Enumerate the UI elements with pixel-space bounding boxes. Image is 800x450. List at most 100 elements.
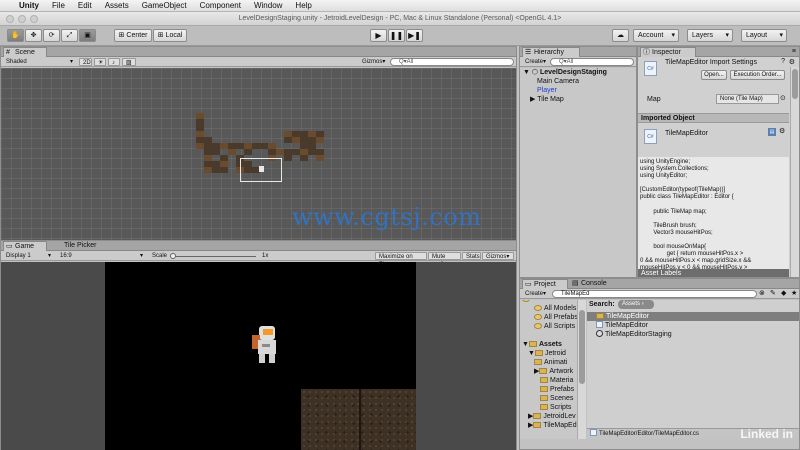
game-gizmos-dropdown[interactable]: Gizmos▾ [482, 252, 514, 260]
zoom-window-icon[interactable] [30, 15, 38, 23]
shading-mode-dropdown[interactable]: Shaded ▾ [3, 58, 73, 66]
minimize-window-icon[interactable] [18, 15, 26, 23]
mute-audio-toggle[interactable]: Mute audio [428, 252, 461, 268]
menu-edit[interactable]: Edit [78, 1, 92, 10]
folder-prefabs[interactable]: Prefabs [540, 385, 574, 394]
project-panel: ▭ Project ▤ Console Create▾ TileMapEd ⊗ … [519, 278, 800, 450]
folder-jetroid[interactable]: ▼ Jetroid [528, 349, 566, 358]
cloud-button[interactable]: ☁ [612, 29, 629, 42]
maximize-on-play-toggle[interactable]: Maximize on Play [375, 252, 427, 268]
execution-order-button[interactable]: Execution Order... [730, 70, 785, 80]
hierarchy-item-player[interactable]: Player [520, 86, 636, 95]
tab-console[interactable]: ▤ Console [570, 279, 620, 289]
inspector-settings-icon[interactable]: ⚙ [789, 58, 795, 66]
menu-unity[interactable]: Unity [19, 1, 39, 10]
layout-label: Layout [746, 32, 768, 39]
filter-type-icon[interactable]: ✎ [770, 289, 776, 297]
hierarchy-item-main-camera[interactable]: Main Camera [520, 77, 636, 86]
result-item-scene[interactable]: TileMapEditorStaging [596, 330, 672, 339]
folder-artwork[interactable]: ▶ Artwork [534, 367, 573, 376]
tab-tile-picker-label: Tile Picker [64, 242, 97, 249]
pivot-center-button[interactable]: ⊞ Center [114, 29, 152, 42]
hierarchy-create-dropdown[interactable]: Create▾ [522, 58, 548, 66]
pause-button[interactable]: ❚❚ [388, 29, 405, 42]
result-item-script[interactable]: TileMapEditor [596, 321, 648, 330]
stats-toggle[interactable]: Stats [462, 252, 481, 260]
panel-menu-icon[interactable]: ≡ [792, 47, 796, 57]
tab-scene[interactable]: # Scene [3, 47, 47, 57]
project-tree-scrollbar[interactable] [577, 300, 586, 439]
aspect-dropdown[interactable]: 16:9 ▾ [57, 252, 145, 260]
favorite-all-scripts[interactable]: All Scripts [534, 322, 575, 331]
rect-tool-button[interactable]: ▣ [79, 29, 96, 42]
favorite-all-models[interactable]: All Models [534, 304, 576, 313]
menu-file[interactable]: File [52, 1, 65, 10]
step-button[interactable]: ▶❚ [406, 29, 423, 42]
filter-label-icon[interactable]: ◆ [781, 289, 786, 297]
project-search-input[interactable]: TileMapEd [552, 290, 757, 298]
effects-dropdown[interactable]: ▨ [122, 58, 136, 66]
open-button[interactable]: Open... [701, 70, 727, 80]
game-viewport[interactable] [1, 262, 516, 450]
close-window-icon[interactable] [6, 15, 14, 23]
layout-dropdown[interactable]: Layout ▾ [741, 29, 787, 42]
rotate-tool-button[interactable]: ⟳ [43, 29, 60, 42]
play-button[interactable]: ▶ [370, 29, 387, 42]
assets-root[interactable]: ▼ Assets [522, 340, 562, 349]
project-tree-scroll-thumb[interactable] [579, 310, 585, 384]
inspector-scrollbar[interactable] [790, 67, 799, 277]
map-object-field[interactable]: None (Tile Map) [716, 94, 779, 104]
menu-component[interactable]: Component [200, 1, 241, 10]
tab-project[interactable]: ▭ Project [522, 279, 568, 289]
account-dropdown[interactable]: Account ▾ [633, 29, 679, 42]
folder-scenes[interactable]: Scenes [540, 394, 573, 403]
tab-tile-picker[interactable]: Tile Picker [53, 241, 113, 251]
project-create-dropdown[interactable]: Create▾ [522, 290, 548, 298]
inspector-tabbar: ⓘ Inspector ≡ [638, 47, 799, 57]
favorite-all-prefabs[interactable]: All Prefabs [534, 313, 578, 322]
gizmos-dropdown[interactable]: Gizmos▾ [359, 58, 387, 66]
menu-assets[interactable]: Assets [105, 1, 129, 10]
lighting-toggle[interactable]: ☀ [94, 58, 106, 66]
mode-2d-toggle[interactable]: 2D [79, 58, 92, 66]
menu-gameobject[interactable]: GameObject [142, 1, 187, 10]
map-tile [220, 167, 228, 173]
inspector-scroll-thumb[interactable] [792, 69, 798, 99]
folder-tilemap-editor[interactable]: ▶ TileMapEd [528, 421, 577, 430]
clear-search-icon[interactable]: ⊗ [759, 289, 765, 297]
move-tool-button[interactable]: ✥ [25, 29, 42, 42]
tab-hierarchy[interactable]: ☰ Hierarchy [522, 47, 580, 57]
asset-labels-bar[interactable]: Asset Labels [638, 269, 789, 277]
pivot-local-button[interactable]: ⊞ Local [153, 29, 187, 42]
scene-search-input[interactable]: Q▾All [390, 58, 514, 66]
hierarchy-search-input[interactable]: Q▾All [550, 58, 634, 66]
hierarchy-item-tile-map[interactable]: ▶ Tile Map [520, 95, 636, 104]
scale-tool-button[interactable]: ⤢ [61, 29, 78, 42]
object-picker-icon[interactable]: ⊙ [780, 94, 786, 102]
hierarchy-item-label: Main Camera [537, 78, 580, 85]
display-dropdown[interactable]: Display 1 ▾ [3, 252, 53, 260]
audio-toggle[interactable]: ♪ [108, 58, 120, 66]
folder-jetroid-level[interactable]: ▶ JetroidLev [528, 412, 576, 421]
hierarchy-scene-row[interactable]: ▼ ⬡ LevelDesignStaging [520, 68, 636, 77]
menu-help[interactable]: Help [295, 1, 311, 10]
scale-slider-handle[interactable] [170, 253, 176, 259]
folder-animation[interactable]: Animati [534, 358, 567, 367]
player-body [258, 340, 276, 354]
star-icon[interactable]: ★ [791, 289, 797, 297]
scale-slider[interactable] [170, 253, 256, 259]
layers-dropdown[interactable]: Layers ▾ [687, 29, 733, 42]
folder-materials[interactable]: Materia [540, 376, 573, 385]
hand-tool-button[interactable]: ✋ [7, 29, 24, 42]
menu-window[interactable]: Window [254, 1, 282, 10]
imported-settings-icon[interactable]: ⚙ [779, 127, 785, 135]
mode-2d-label: 2D [83, 60, 91, 66]
tab-inspector[interactable]: ⓘ Inspector [640, 47, 696, 57]
tab-game[interactable]: ▭ Game [3, 241, 47, 251]
folder-scripts[interactable]: Scripts [540, 403, 571, 412]
player-sprite[interactable] [259, 166, 264, 172]
asset-labels-label: Asset Labels [641, 270, 682, 277]
search-scope-assets-chip[interactable]: Assets › [618, 300, 654, 309]
result-item-folder[interactable]: TileMapEditor [587, 312, 799, 321]
inspector-help-icon[interactable]: ? [781, 58, 785, 65]
